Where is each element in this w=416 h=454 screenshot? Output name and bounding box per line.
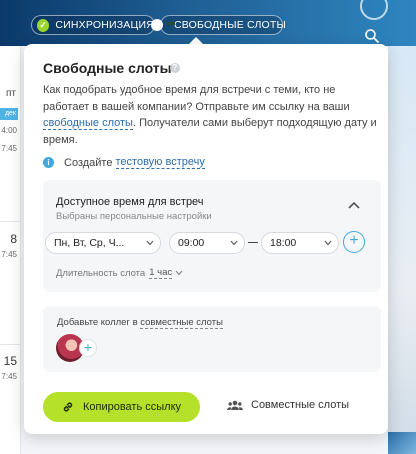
availability-subtitle: Выбраны персональные настройки: [56, 211, 212, 222]
info-icon: i: [43, 157, 54, 168]
colleagues-text: Добавьте коллег в совместные слоты: [57, 317, 223, 329]
availability-section: Доступное время для встреч Выбраны персо…: [43, 180, 381, 292]
start-time-select[interactable]: 09:00: [169, 232, 245, 254]
free-slots-link[interactable]: свободные слоты: [43, 117, 133, 130]
chevron-down-icon: [175, 270, 183, 276]
colleagues-prompt: Добавьте коллег в: [57, 317, 141, 328]
profile-icon[interactable]: [360, 0, 388, 20]
days-value: Пн, Вт, Ср, Ч...: [54, 237, 125, 249]
event-time: 7:45: [1, 250, 17, 259]
link-icon: [63, 402, 73, 412]
shared-slots-button[interactable]: Совместные слоты: [227, 399, 349, 411]
days-select[interactable]: Пн, Вт, Ср, Ч...: [45, 232, 161, 254]
test-meeting-row: i Создайте тестовую встречу: [43, 156, 205, 169]
chevron-down-icon: [324, 240, 332, 246]
weekday-label: пт: [6, 88, 16, 99]
sync-toggle-button[interactable]: ✓ СИНХРОНИЗАЦИЯ: [31, 15, 155, 35]
duration-select[interactable]: 1 час: [149, 267, 173, 279]
test-meeting-text: Создайте: [64, 156, 113, 169]
chevron-up-icon[interactable]: [347, 200, 361, 210]
free-slots-label: СВОБОДНЫЕ СЛОТЫ: [174, 19, 287, 31]
people-icon: [227, 400, 243, 410]
event-time: 7:45: [1, 144, 17, 153]
chevron-down-icon: [230, 240, 238, 246]
calendar-right-edge: [388, 46, 416, 454]
popup-title: Свободные слоты: [43, 60, 172, 76]
check-icon: ✓: [37, 18, 50, 32]
thumbnail-image: [388, 432, 416, 454]
availability-title: Доступное время для встреч: [56, 196, 204, 208]
duration-label: Длительность слота: [56, 267, 146, 279]
shared-slots-label: Совместные слоты: [251, 399, 350, 411]
colleagues-section: Добавьте коллег в совместные слоты +: [43, 306, 381, 372]
event-time: 4:00: [1, 126, 17, 135]
calendar-divider: [0, 221, 20, 222]
top-bar: ✓ СИНХРОНИЗАЦИЯ вкл СВОБОДНЫЕ СЛОТЫ: [0, 0, 416, 46]
chevron-down-icon: [146, 240, 154, 246]
time-range-dash: [248, 242, 258, 243]
start-time-value: 09:00: [178, 237, 205, 249]
today-badge: дек: [0, 108, 18, 120]
copy-link-label: Копировать ссылку: [82, 401, 182, 413]
calendar-background: пт дек 4:00 7:45 8 7:45 15 7:45: [0, 46, 21, 454]
calendar-divider: [0, 344, 20, 345]
free-slots-popup: Свободные слоты ? Как подобрать удобное …: [24, 44, 388, 434]
copy-link-button[interactable]: Копировать ссылку: [43, 392, 200, 422]
calendar-date: 15: [3, 354, 17, 368]
end-time-value: 18:00: [270, 237, 297, 249]
popup-description: Как подобрать удобное время для встречи …: [43, 82, 379, 148]
add-interval-button[interactable]: +: [343, 231, 365, 253]
add-colleague-button[interactable]: +: [79, 339, 97, 357]
slot-duration-row: Длительность слота 1 час: [56, 267, 183, 279]
help-icon[interactable]: ?: [170, 63, 180, 73]
end-time-select[interactable]: 18:00: [261, 232, 339, 254]
test-meeting-link[interactable]: тестовую встречу: [115, 156, 205, 169]
search-icon[interactable]: [364, 28, 380, 44]
free-slots-toggle[interactable]: вкл СВОБОДНЫЕ СЛОТЫ: [151, 15, 287, 35]
toggle-text: вкл: [167, 21, 176, 27]
shared-slots-link[interactable]: совместные слоты: [140, 317, 223, 329]
event-time: 7:45: [1, 372, 17, 381]
description-text: Как подобрать удобное время для встречи …: [43, 84, 350, 113]
sync-label: СИНХРОНИЗАЦИЯ: [55, 19, 154, 31]
toggle-knob: [151, 19, 163, 31]
calendar-date: 8: [10, 232, 17, 246]
